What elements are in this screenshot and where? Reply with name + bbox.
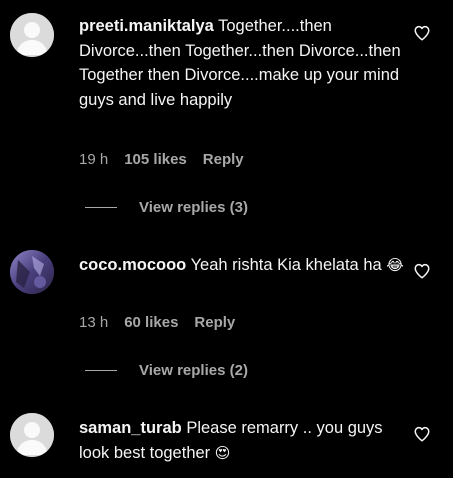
view-replies-label: View replies (2) (139, 362, 248, 379)
divider (85, 370, 117, 371)
heart-outline-icon[interactable] (413, 425, 431, 443)
comment-time: 19 h (79, 151, 109, 168)
comment-meta: 19 h 105 likes Reply (79, 151, 244, 168)
avatar[interactable] (10, 413, 54, 457)
view-replies-label: View replies (3) (139, 199, 248, 216)
photo-avatar-icon (10, 250, 54, 294)
reply-button[interactable]: Reply (203, 151, 244, 168)
heart-outline-icon[interactable] (413, 24, 431, 42)
comment-username[interactable]: preeti.maniktalya (79, 17, 214, 35)
default-avatar-icon (10, 413, 54, 457)
comment-username[interactable]: saman_turab (79, 419, 182, 437)
comment-body: saman_turab Please remarry .. you guys l… (79, 416, 409, 465)
reply-button[interactable]: Reply (194, 314, 235, 331)
laughing-emoji: 😂 (386, 256, 404, 274)
comment-meta: 13 h 60 likes Reply (79, 314, 235, 331)
heart-eyes-emoji: 😍 (214, 443, 231, 462)
comment-username[interactable]: coco.mocooo (79, 256, 186, 274)
comment-list: preeti.maniktalya Together....then Divor… (0, 0, 453, 478)
comment-body: preeti.maniktalya Together....then Divor… (79, 14, 409, 112)
comment-likes[interactable]: 105 likes (124, 151, 187, 168)
view-replies-button[interactable]: View replies (2) (85, 362, 248, 379)
heart-outline-icon[interactable] (413, 262, 431, 280)
avatar[interactable] (10, 250, 54, 294)
divider (85, 207, 117, 208)
view-replies-button[interactable]: View replies (3) (85, 199, 248, 216)
avatar[interactable] (10, 13, 54, 57)
comment-text: Yeah rishta Kia khelata ha (190, 256, 382, 274)
comment-likes[interactable]: 60 likes (124, 314, 178, 331)
comment-time: 13 h (79, 314, 109, 331)
default-avatar-icon (10, 13, 54, 57)
comment-body: coco.mocooo Yeah rishta Kia khelata ha 😂 (79, 253, 409, 278)
